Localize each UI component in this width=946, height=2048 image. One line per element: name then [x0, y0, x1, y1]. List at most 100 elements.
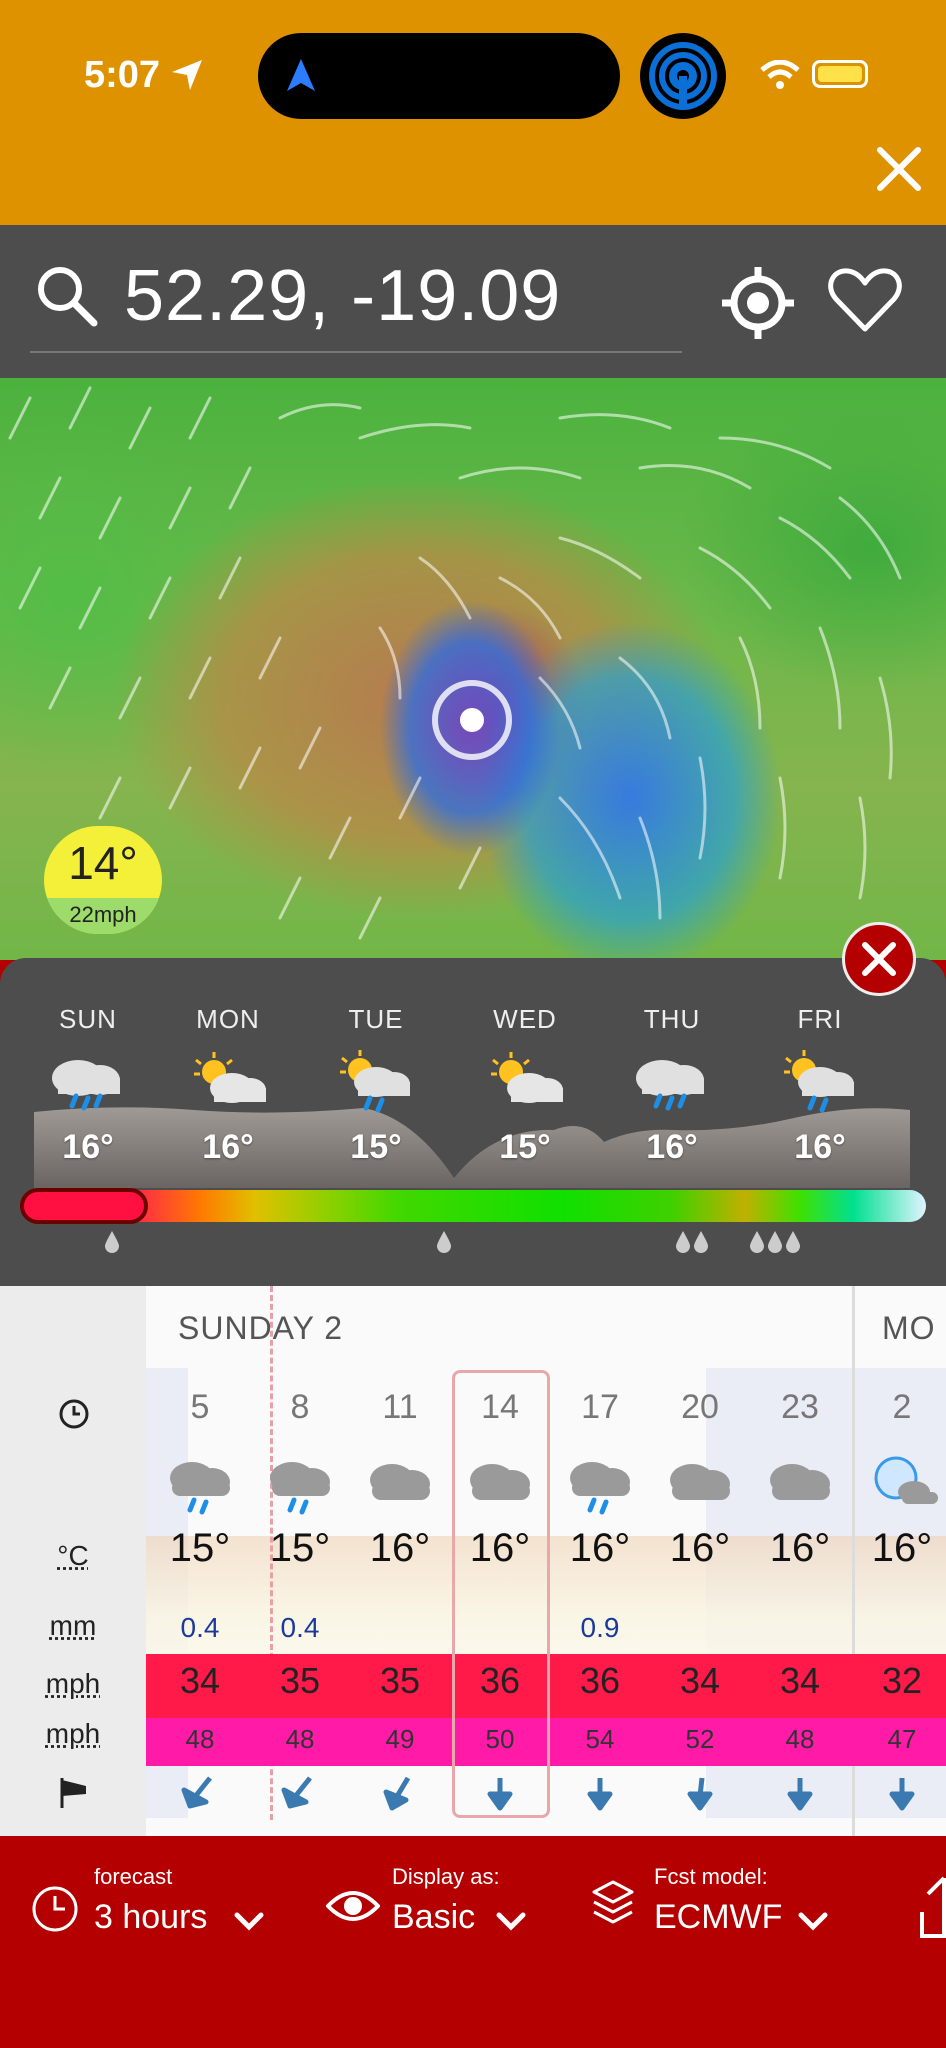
sun-rain-cloud-icon: [784, 1050, 854, 1113]
hour-label: 17: [581, 1388, 619, 1426]
my-location-icon[interactable]: [720, 265, 796, 341]
wind-direction-icon: [383, 1776, 411, 1811]
wind-speed: 34: [179, 1660, 221, 1701]
search-underline: [30, 351, 682, 353]
location-marker[interactable]: [432, 680, 512, 760]
sun-rain-cloud-icon: [340, 1050, 410, 1113]
wind-unit-label[interactable]: mph: [0, 1668, 146, 1700]
wifi-icon: [760, 60, 800, 89]
map-temp-badge[interactable]: 14° 22mph: [44, 826, 162, 934]
status-time: 5:07: [84, 54, 161, 96]
moon-cloud-icon: [874, 1456, 938, 1504]
hour-label: 8: [290, 1388, 310, 1426]
wind-direction-icon: [587, 1778, 613, 1811]
selected-hour-column[interactable]: [452, 1370, 550, 1818]
close-icon: [862, 942, 896, 976]
chevron-down-icon: [798, 1912, 828, 1931]
clock-icon: [32, 1886, 78, 1932]
wind-speed: 35: [379, 1660, 421, 1701]
day-label: WED: [493, 1004, 557, 1034]
hourly-temperature: 15°: [169, 1526, 231, 1570]
row-labels: °C mm mph mph: [0, 1286, 146, 1836]
close-icon[interactable]: [874, 144, 924, 194]
hour-label: 23: [781, 1388, 819, 1426]
cloud-icon: [670, 1464, 730, 1500]
location-arrow-icon: [172, 60, 202, 90]
day-label: SUN: [59, 1004, 117, 1034]
hourly-temperature: 16°: [369, 1526, 431, 1570]
timeline-selection-handle[interactable]: [20, 1188, 148, 1224]
day-temperature: 15°: [499, 1128, 551, 1166]
rain-cloud-icon: [636, 1060, 704, 1111]
airdrop-indicator: [640, 33, 726, 119]
hourly-temperature: 16°: [669, 1526, 731, 1570]
wind-speed: 35: [279, 1660, 321, 1701]
hour-label: 11: [382, 1388, 418, 1426]
chevron-down-icon: [496, 1912, 526, 1931]
hour-label: 20: [681, 1388, 719, 1426]
bottom-toolbar: forecast 3 hours Display as: Basic Fcst …: [0, 1836, 946, 2048]
hour-label: 5: [190, 1388, 210, 1426]
rain-drop-icon: [750, 1231, 764, 1253]
temperature-unit-label[interactable]: °C: [0, 1540, 146, 1572]
wind-speed: 36: [579, 1660, 621, 1701]
wind-speed: 34: [679, 1660, 721, 1701]
day-label: MON: [196, 1004, 260, 1034]
rain-drop-icon: [768, 1231, 782, 1253]
display-label: Display as:: [392, 1864, 500, 1889]
wind-gust: 48: [785, 1724, 815, 1754]
wind-gust: 48: [185, 1724, 215, 1754]
hourly-rain: 0.9: [580, 1612, 620, 1643]
search-icon[interactable]: [36, 265, 98, 327]
wind-direction-icon: [787, 1778, 813, 1811]
forecast-label: forecast: [94, 1864, 173, 1889]
rain-drop-icon: [437, 1231, 451, 1253]
cloud-icon: [370, 1464, 430, 1500]
rain-cloud-icon: [170, 1462, 230, 1515]
hourly-temperature: 16°: [871, 1526, 933, 1570]
rain-drop-icon: [105, 1231, 119, 1253]
gust-unit-label[interactable]: mph: [0, 1718, 146, 1750]
eye-icon: [326, 1891, 380, 1921]
wind-speed: 32: [881, 1660, 923, 1701]
hour-label: 2: [892, 1388, 912, 1426]
model-label: Fcst model:: [654, 1864, 768, 1889]
day-temperature: 16°: [646, 1128, 698, 1166]
day-temperature: 16°: [62, 1128, 114, 1166]
forecast-timeline-bar[interactable]: [20, 1190, 926, 1222]
model-value: ECMWF: [654, 1898, 783, 1936]
airdrop-icon: [649, 42, 717, 110]
badge-wind: 22mph: [44, 898, 162, 934]
rain-cloud-icon: [52, 1060, 120, 1111]
cloud-icon: [770, 1464, 830, 1500]
hourly-temperature: 15°: [269, 1526, 331, 1570]
wind-direction-icon: [687, 1777, 713, 1811]
wind-direction-icon: [181, 1776, 212, 1809]
hourly-forecast-table[interactable]: SUNDAY 2 MO 5 8 11 14 17 20 23 2 15° 15°…: [0, 1286, 946, 1836]
share-icon[interactable]: [918, 1876, 946, 1940]
wind-direction-icon: [281, 1776, 312, 1809]
favorite-heart-icon[interactable]: [828, 267, 902, 333]
next-day-header: MO: [882, 1310, 936, 1346]
sun-cloud-icon: [491, 1052, 563, 1103]
wind-speed: 34: [779, 1660, 821, 1701]
search-input[interactable]: 52.29, -19.09: [124, 255, 561, 337]
day-label: FRI: [797, 1004, 843, 1034]
clock-icon: [59, 1399, 89, 1429]
navigation-arrow-icon: [287, 59, 315, 91]
display-value: Basic: [392, 1898, 476, 1936]
wind-gust: 54: [585, 1724, 615, 1754]
wind-gust: 48: [285, 1724, 315, 1754]
windsock-icon: [60, 1778, 86, 1808]
close-forecast-button[interactable]: [842, 922, 916, 996]
rain-cloud-icon: [270, 1462, 330, 1515]
wind-gust: 49: [385, 1724, 415, 1754]
search-bar: 52.29, -19.09: [0, 225, 946, 378]
wind-direction-icon: [889, 1778, 915, 1811]
forecast-value: 3 hours: [94, 1898, 208, 1936]
status-bar: 5:07: [0, 0, 946, 225]
rain-unit-label[interactable]: mm: [0, 1610, 146, 1642]
sun-cloud-icon: [194, 1052, 266, 1103]
day-temperature: 16°: [202, 1128, 254, 1166]
weather-map[interactable]: 14° 22mph: [0, 378, 946, 960]
